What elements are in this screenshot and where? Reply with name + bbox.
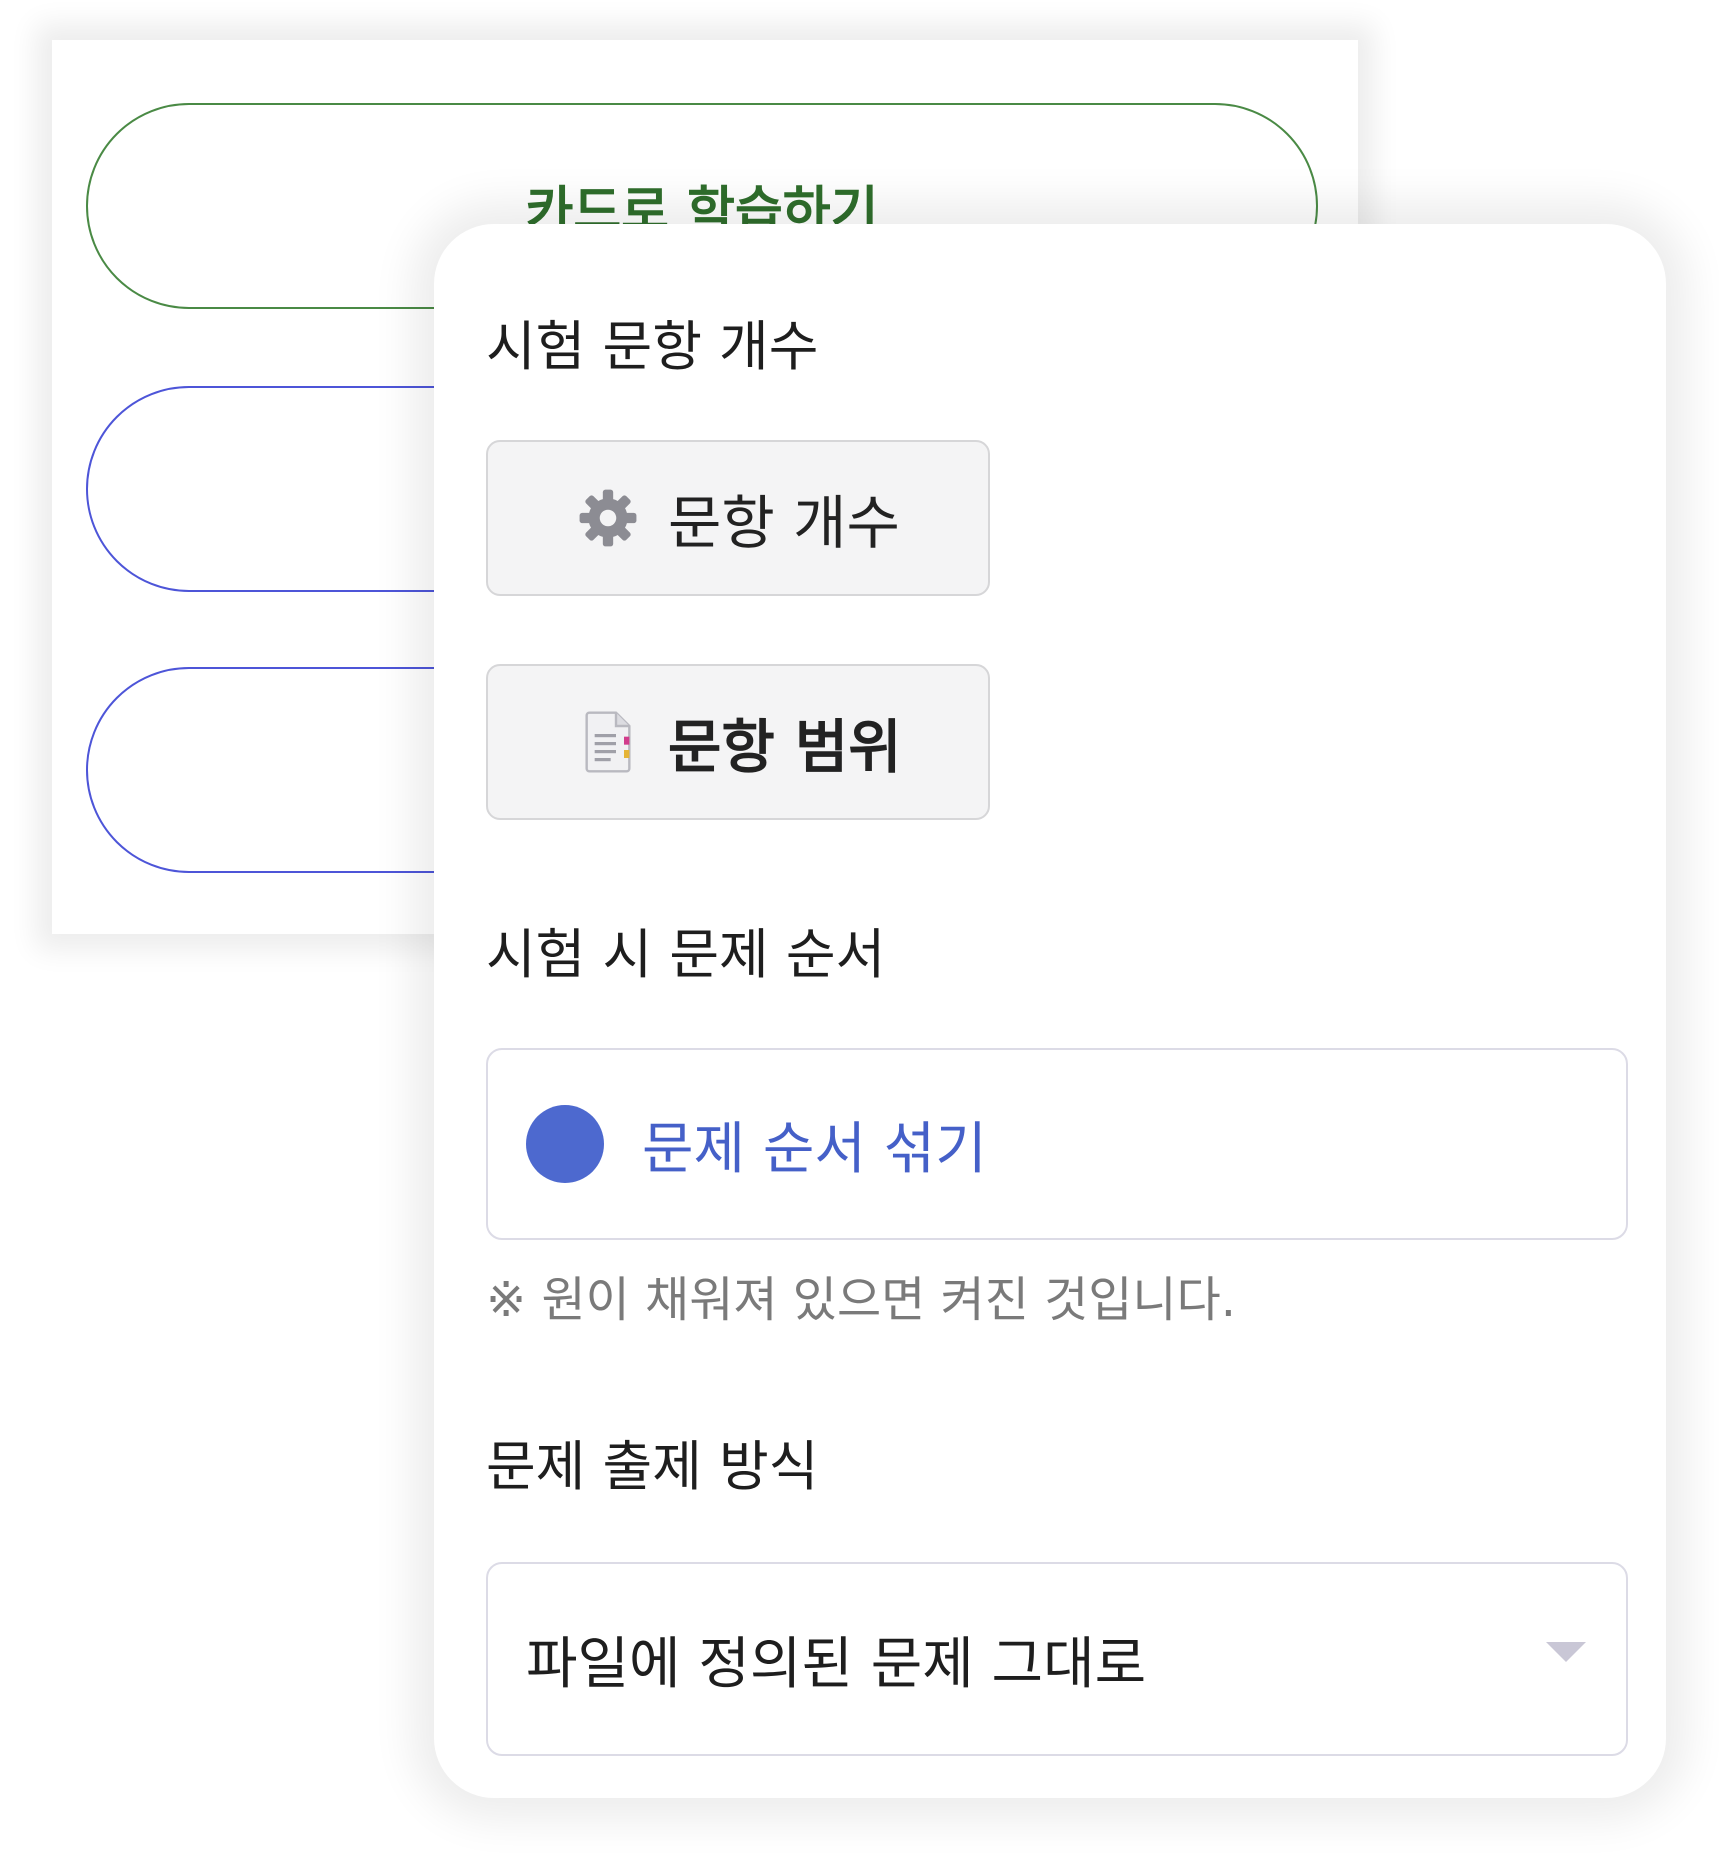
shuffle-order-toggle[interactable]: 문제 순서 섞기 <box>486 1048 1628 1240</box>
question-count-label: 문항 개수 <box>668 489 900 557</box>
toggle-hint-text: ※ 원이 채워져 있으면 켜진 것입니다. <box>486 1272 1237 1328</box>
toggle-indicator-dot <box>526 1105 604 1183</box>
chevron-down-icon <box>1546 1642 1586 1662</box>
question-count-button[interactable]: 문항 개수 <box>486 440 990 596</box>
question-count-section-title: 시험 문항 개수 <box>486 315 819 378</box>
question-order-section-title: 시험 시 문제 순서 <box>486 923 886 986</box>
question-mode-section-title: 문제 출제 방식 <box>486 1435 819 1498</box>
shuffle-order-label: 문제 순서 섞기 <box>642 1116 987 1182</box>
question-range-button[interactable]: 문항 범위 <box>486 664 990 820</box>
test-settings-panel: 시험 문항 개수 문항 개수 문항 범위 시험 시 문제 순서 문제 순서 섞기… <box>434 224 1666 1798</box>
question-range-label: 문항 범위 <box>668 713 902 781</box>
document-icon <box>576 710 640 774</box>
question-mode-select[interactable]: 파일에 정의된 문제 그대로 <box>486 1562 1628 1756</box>
gear-icon <box>576 486 640 550</box>
question-mode-selected-value: 파일에 정의된 문제 그대로 <box>526 1631 1147 1697</box>
